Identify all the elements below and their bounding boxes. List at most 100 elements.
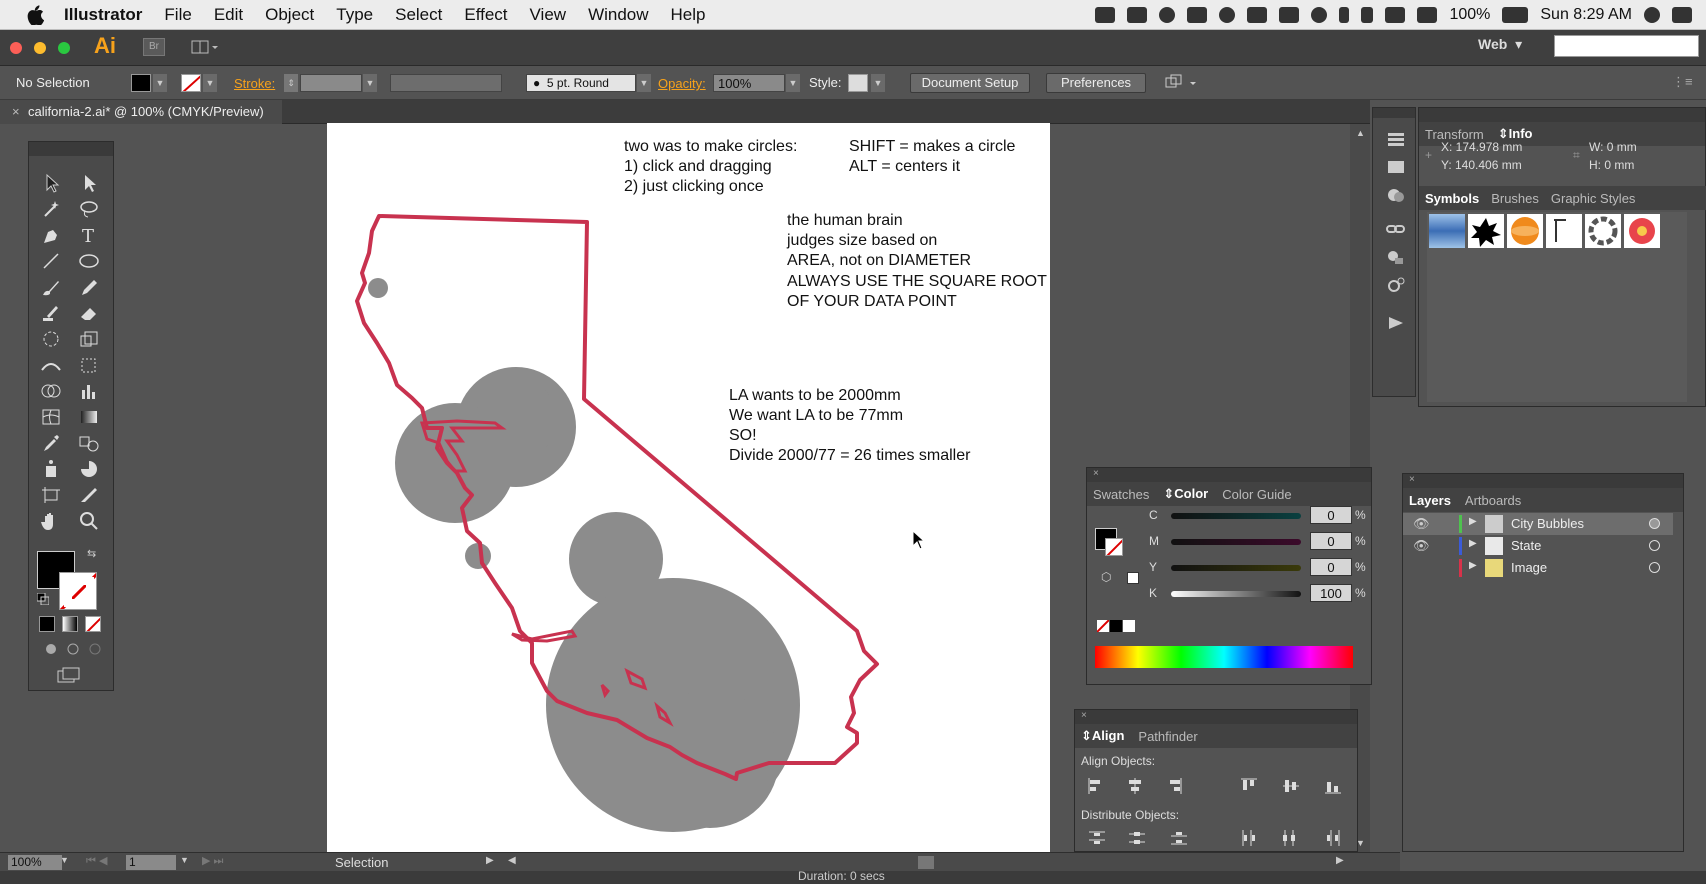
scroll-left-icon[interactable]: ◀ xyxy=(508,855,516,866)
panel-group-header[interactable] xyxy=(1419,108,1705,122)
gradient-tool-icon[interactable] xyxy=(77,406,101,428)
horizontal-scroll-thumb[interactable] xyxy=(918,856,934,869)
pencil-tool-icon[interactable] xyxy=(77,276,101,298)
drive-icon[interactable] xyxy=(1159,7,1176,23)
magic-wand-tool-icon[interactable] xyxy=(39,198,63,220)
target-icon[interactable] xyxy=(1649,518,1660,529)
menu-effect[interactable]: Effect xyxy=(464,5,507,25)
artboard[interactable]: two was to make circles: 1) click and dr… xyxy=(327,123,1050,853)
stroke-weight-dropdown-icon[interactable]: ▼ xyxy=(363,74,377,92)
menu-file[interactable]: File xyxy=(164,5,191,25)
channel-c-slider[interactable] xyxy=(1171,513,1301,519)
line-tool-icon[interactable] xyxy=(39,250,63,272)
time-machine-icon[interactable] xyxy=(1311,7,1328,23)
gradient-mode-icon[interactable] xyxy=(62,616,78,632)
eyedropper-tool-icon[interactable] xyxy=(39,432,63,454)
close-document-icon[interactable]: × xyxy=(12,100,20,124)
white-color-chip[interactable] xyxy=(1123,620,1135,632)
scale-tool-icon[interactable] xyxy=(77,328,101,350)
artboard-dropdown-icon[interactable]: ▼ xyxy=(180,855,189,865)
draw-behind-icon[interactable] xyxy=(65,642,81,656)
channel-y-slider[interactable] xyxy=(1171,565,1301,571)
zoom-window-button[interactable] xyxy=(58,42,70,54)
swap-fill-stroke-icon[interactable]: ⇆ xyxy=(87,547,96,560)
target-icon[interactable] xyxy=(1649,562,1660,573)
play-action-icon[interactable] xyxy=(1385,314,1407,332)
document-setup-button[interactable]: Document Setup xyxy=(910,73,1030,93)
fill-dropdown-icon[interactable]: ▼ xyxy=(153,74,167,92)
color-panel-header[interactable]: × xyxy=(1087,468,1371,482)
menu-window[interactable]: Window xyxy=(588,5,648,25)
stroke-color-box[interactable] xyxy=(59,572,97,610)
stroke-weight-stepper[interactable]: ⇕ xyxy=(284,74,298,92)
slice-tool-icon[interactable] xyxy=(77,484,101,506)
backup-icon[interactable] xyxy=(1187,7,1208,23)
tab-graphic-styles[interactable]: Graphic Styles xyxy=(1551,191,1636,206)
stroke-weight-field[interactable] xyxy=(300,74,362,92)
scroll-up-icon[interactable]: ▲ xyxy=(1356,128,1365,138)
layer-name[interactable]: City Bubbles xyxy=(1511,516,1584,531)
power-icon[interactable] xyxy=(1361,7,1374,23)
appearance-panel-icon[interactable] xyxy=(1385,186,1407,204)
pie-graph-tool-icon[interactable] xyxy=(77,458,101,480)
expand-triangle-icon[interactable]: ▶ xyxy=(1469,538,1477,549)
graphic-styles-panel-icon[interactable] xyxy=(1385,248,1407,266)
tools-panel-header[interactable] xyxy=(29,142,113,156)
artboard-number-field[interactable]: 1 xyxy=(126,855,176,870)
tab-symbols[interactable]: Symbols xyxy=(1425,191,1479,206)
layers-panel-header[interactable]: × xyxy=(1403,474,1683,488)
menu-type[interactable]: Type xyxy=(336,5,373,25)
tab-artboards[interactable]: Artboards xyxy=(1465,493,1521,508)
stroke-dropdown-icon[interactable]: ▼ xyxy=(203,74,217,92)
layer-row[interactable]: 👁 ▶ City Bubbles xyxy=(1403,513,1673,535)
type-tool-icon[interactable]: T xyxy=(77,224,101,247)
symbol-swatch[interactable] xyxy=(1546,214,1582,248)
menu-view[interactable]: View xyxy=(530,5,567,25)
apple-icon[interactable] xyxy=(24,4,46,26)
workspace-switcher[interactable]: Web ▾ xyxy=(1478,36,1522,53)
airplay-icon[interactable] xyxy=(1279,7,1300,23)
channel-k-value[interactable]: 100 xyxy=(1310,584,1352,602)
shape-builder-tool-icon[interactable] xyxy=(39,380,63,402)
color-stroke-box[interactable] xyxy=(1105,538,1123,556)
menu-select[interactable]: Select xyxy=(395,5,442,25)
artboard-tool-icon[interactable] xyxy=(39,484,63,506)
actions-panel-icon[interactable] xyxy=(1385,276,1407,294)
zoom-dropdown-icon[interactable]: ▼ xyxy=(60,855,69,865)
eraser-tool-icon[interactable] xyxy=(77,302,101,324)
layer-name[interactable]: Image xyxy=(1511,560,1547,575)
arrange-documents-button[interactable] xyxy=(190,38,222,56)
expand-triangle-icon[interactable]: ▶ xyxy=(1469,560,1477,571)
symbol-sprayer-tool-icon[interactable] xyxy=(39,458,63,480)
none-color-chip[interactable] xyxy=(1097,620,1109,632)
bluetooth-icon[interactable] xyxy=(1339,7,1350,23)
fill-swatch[interactable] xyxy=(131,74,151,92)
spotlight-search-icon[interactable] xyxy=(1644,7,1660,23)
volume-icon[interactable] xyxy=(1417,7,1438,23)
menu-help[interactable]: Help xyxy=(671,5,706,25)
draw-normal-icon[interactable] xyxy=(43,642,59,656)
graphic-style-dropdown-icon[interactable]: ▼ xyxy=(871,74,885,92)
blend-tool-icon[interactable] xyxy=(77,432,101,454)
symbol-swatch[interactable] xyxy=(1429,214,1465,248)
free-transform-tool-icon[interactable] xyxy=(77,354,101,376)
ellipse-tool-icon[interactable] xyxy=(77,250,101,272)
links-panel-icon[interactable] xyxy=(1385,220,1407,238)
expand-triangle-icon[interactable]: ▶ xyxy=(1469,516,1477,527)
mesh-tool-icon[interactable] xyxy=(39,406,63,428)
dock-header[interactable] xyxy=(1373,108,1415,118)
symbol-swatch[interactable] xyxy=(1585,214,1621,248)
screen-mode-icon[interactable] xyxy=(55,666,83,684)
default-fill-stroke-icon[interactable] xyxy=(36,592,50,606)
draw-inside-icon[interactable] xyxy=(87,642,103,656)
control-bar-menu-icon[interactable]: ⋮≡ xyxy=(1672,74,1693,90)
symbol-swatch[interactable] xyxy=(1468,214,1504,248)
tab-pathfinder[interactable]: Pathfinder xyxy=(1138,729,1197,744)
help-search-input[interactable] xyxy=(1554,35,1699,57)
first-artboard-icon[interactable]: ⏮ ◀ xyxy=(86,854,107,868)
menu-app-name[interactable]: Illustrator xyxy=(64,5,142,25)
graphic-style-swatch[interactable] xyxy=(848,74,868,92)
rotate-tool-icon[interactable] xyxy=(39,328,63,350)
channel-m-value[interactable]: 0 xyxy=(1310,532,1352,550)
isolate-object-icon[interactable] xyxy=(1164,74,1200,95)
